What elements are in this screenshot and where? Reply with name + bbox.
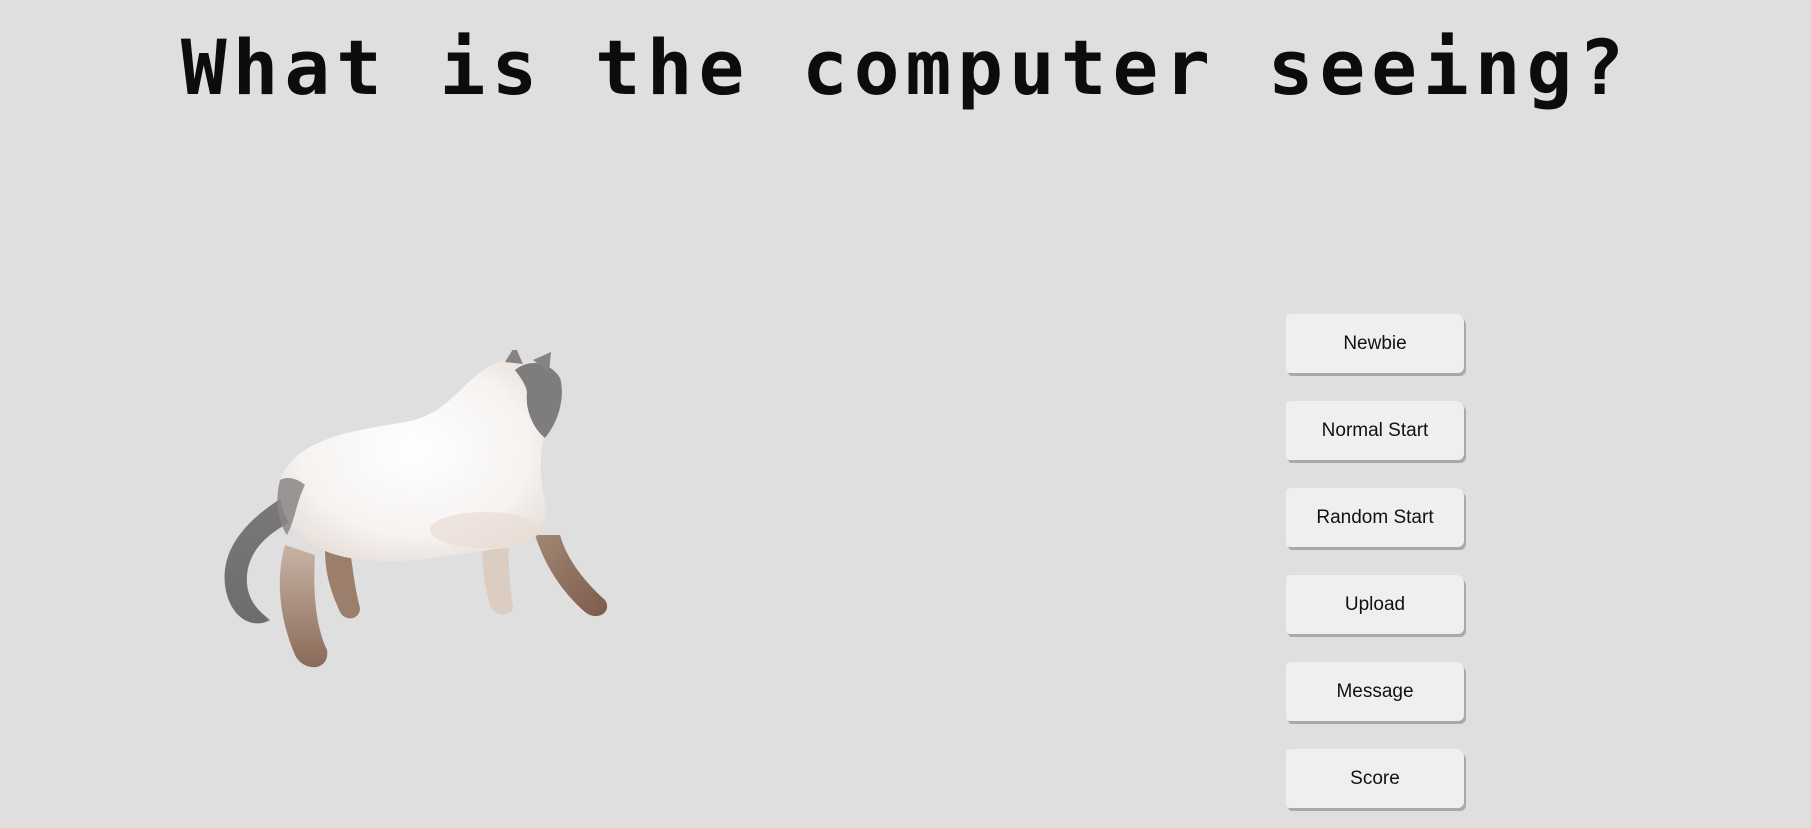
random-start-button[interactable]: Random Start: [1286, 488, 1464, 547]
score-button[interactable]: Score: [1286, 749, 1464, 808]
cat-image: [215, 350, 615, 680]
newbie-button[interactable]: Newbie: [1286, 314, 1464, 373]
page-title: What is the computer seeing?: [180, 23, 1631, 112]
upload-button[interactable]: Upload: [1286, 575, 1464, 634]
menu-button-stack: Newbie Normal Start Random Start Upload …: [1286, 314, 1466, 808]
message-button[interactable]: Message: [1286, 662, 1464, 721]
normal-start-button[interactable]: Normal Start: [1286, 401, 1464, 460]
